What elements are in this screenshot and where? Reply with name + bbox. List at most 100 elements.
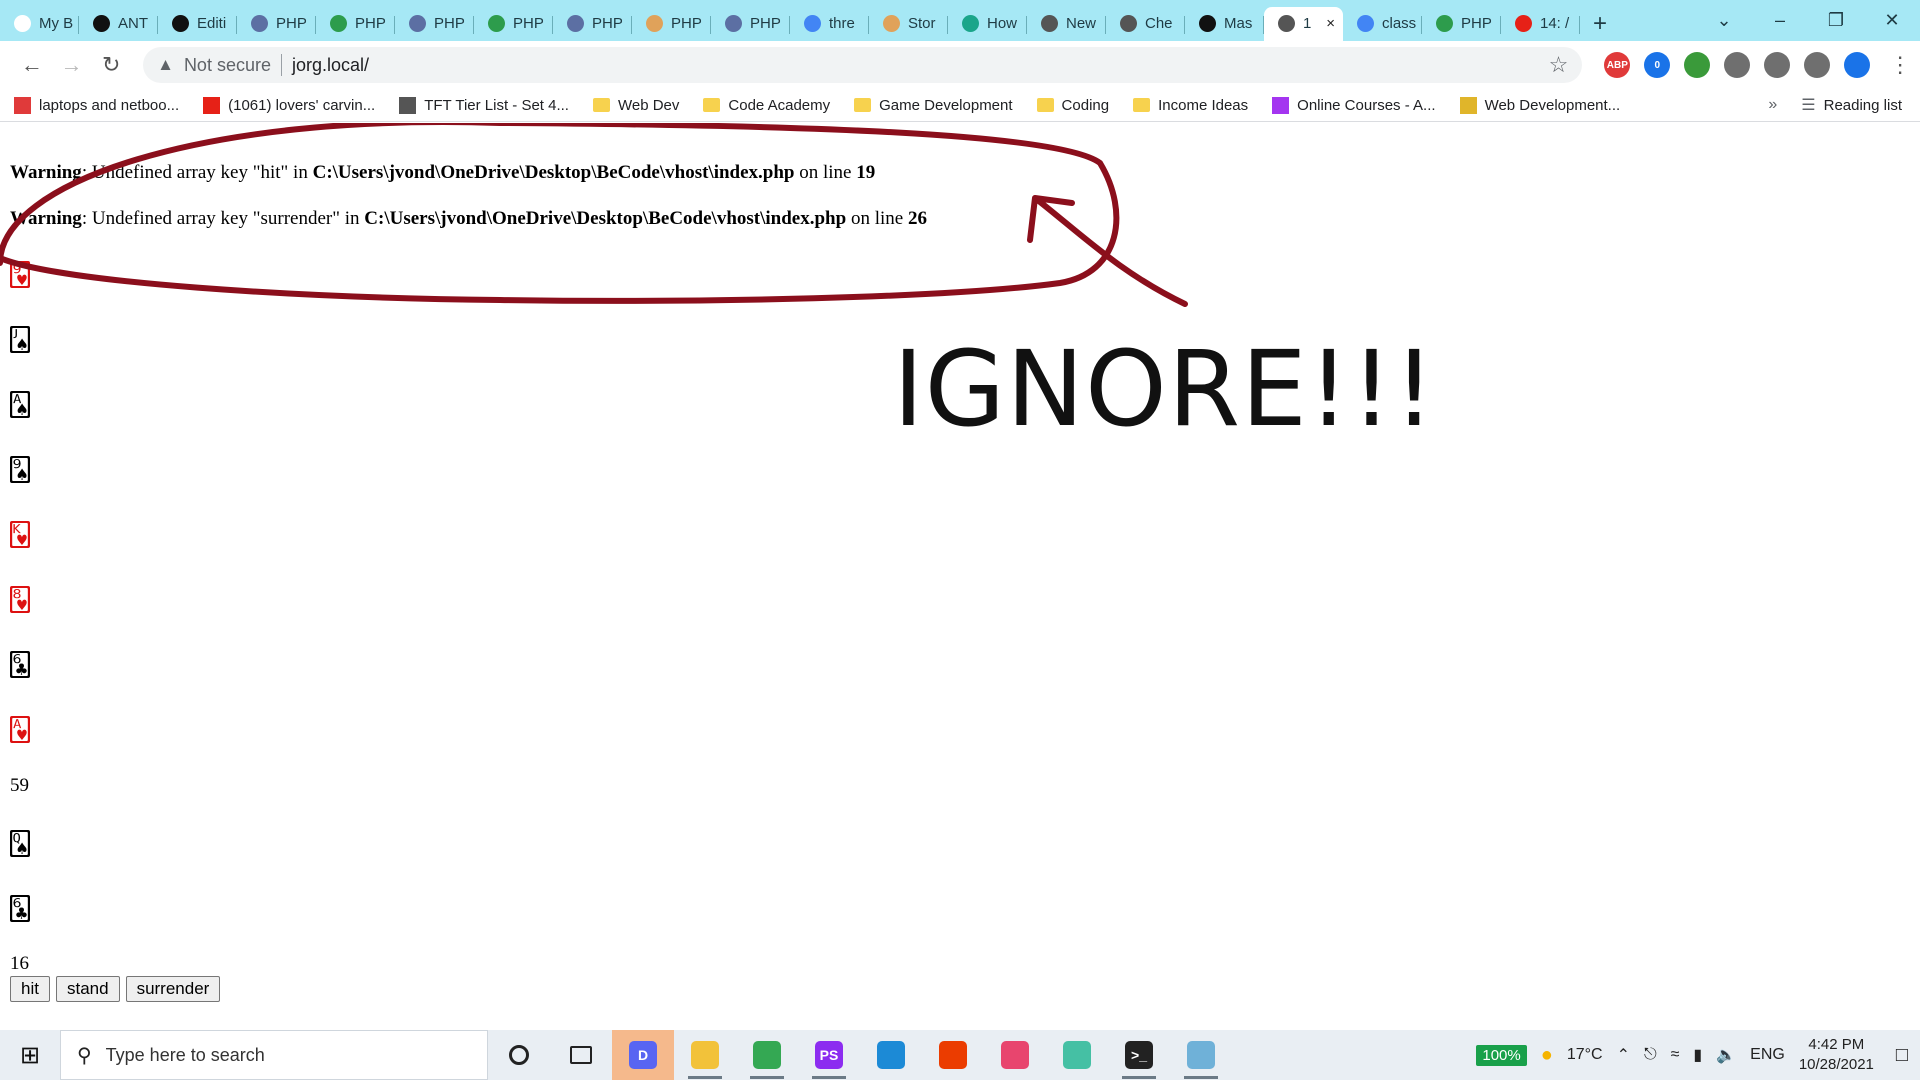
- weather-sun-icon[interactable]: ●: [1541, 1044, 1553, 1067]
- windows-start-icon[interactable]: ⊞: [0, 1030, 60, 1080]
- bookmark-label: Web Dev: [617, 96, 680, 114]
- browser-tab[interactable]: 14: /: [1501, 7, 1580, 41]
- browser-tab[interactable]: PHP: [632, 7, 711, 41]
- volume-icon[interactable]: 🔈: [1716, 1045, 1736, 1065]
- bookmark-item[interactable]: TFT Tier List - Set 4...: [399, 96, 569, 114]
- globe-extension-icon[interactable]: [1684, 52, 1711, 78]
- browser-tab[interactable]: PHP: [553, 7, 632, 41]
- clock[interactable]: 4:42 PM 10/28/2021: [1799, 1035, 1874, 1075]
- php-icon: [409, 15, 426, 32]
- chrome-icon: [753, 1041, 781, 1069]
- close-window-icon[interactable]: ✕: [1864, 0, 1920, 41]
- tab-label: 1: [1303, 15, 1312, 32]
- tab-search-icon[interactable]: ⌄: [1696, 0, 1752, 41]
- bookmarks-overflow-button[interactable]: »: [1768, 96, 1777, 114]
- google-icon: [1357, 15, 1374, 32]
- zoom-badge[interactable]: 100%: [1476, 1044, 1527, 1066]
- address-bar[interactable]: ▲ Not secure jorg.local/ ☆: [143, 47, 1583, 83]
- forward-icon[interactable]: →: [52, 45, 92, 85]
- puzzle-icon[interactable]: [1764, 52, 1791, 78]
- minimize-icon[interactable]: –: [1752, 0, 1808, 41]
- taskbar-app[interactable]: [1170, 1030, 1232, 1080]
- search-icon: ⚲: [77, 1044, 92, 1067]
- reading-list-icon: ☰: [1801, 97, 1816, 114]
- browser-tab[interactable]: New: [1027, 7, 1106, 41]
- youtube-icon: [1515, 15, 1532, 32]
- reading-list-button[interactable]: ☰ Reading list: [1801, 95, 1902, 115]
- microphone-icon[interactable]: ⎋: [1644, 1046, 1657, 1064]
- browser-tab[interactable]: PHP: [1422, 7, 1501, 41]
- bookmark-item[interactable]: Web Dev: [592, 96, 680, 114]
- tab-label: PHP: [276, 15, 307, 32]
- browser-tab[interactable]: PHP: [711, 7, 790, 41]
- bookmark-list: laptops and netboo... (1061) lovers' carv…: [14, 96, 1644, 114]
- browser-tab[interactable]: thre: [790, 7, 869, 41]
- phpstorm-icon: PS: [815, 1041, 843, 1069]
- bookmark-item[interactable]: (1061) lovers' carvin...: [203, 96, 375, 114]
- tray-chevron-icon[interactable]: ⌃: [1617, 1045, 1630, 1065]
- github-icon: [172, 15, 189, 32]
- browser-toolbar: ← → ↻ ▲ Not secure jorg.local/ ☆ ABP 0 ⋮: [0, 41, 1920, 89]
- taskbar-app[interactable]: [736, 1030, 798, 1080]
- browser-tab[interactable]: Editi: [158, 7, 237, 41]
- taskbar-app[interactable]: [984, 1030, 1046, 1080]
- profile-avatar-icon[interactable]: [1844, 52, 1871, 78]
- wifi-icon[interactable]: ≈: [1671, 1046, 1680, 1064]
- bookmark-item[interactable]: Coding: [1036, 96, 1110, 114]
- language[interactable]: ENG: [1750, 1046, 1785, 1064]
- bookmark-item[interactable]: Web Development...: [1459, 96, 1621, 114]
- maximize-icon[interactable]: ❐: [1808, 0, 1864, 41]
- browser-tab[interactable]: Stor: [869, 7, 948, 41]
- warning-triangle-icon[interactable]: ▲: [157, 55, 174, 75]
- bookmark-item[interactable]: Income Ideas: [1133, 97, 1248, 114]
- bookmark-item[interactable]: Game Development: [854, 97, 1013, 114]
- tab-label: PHP: [750, 15, 781, 32]
- notifications-icon[interactable]: □: [1896, 1044, 1908, 1067]
- browser-tab[interactable]: 1 ×: [1264, 6, 1343, 41]
- adblock-icon[interactable]: ABP: [1604, 52, 1631, 78]
- browser-tab[interactable]: ANT: [79, 7, 158, 41]
- bookmark-item[interactable]: laptops and netboo...: [14, 96, 179, 114]
- gear-extension-icon[interactable]: [1724, 52, 1751, 78]
- tab-label: PHP: [434, 15, 465, 32]
- bookmark-item[interactable]: Online Courses - A...: [1272, 96, 1436, 114]
- badge-counter-icon[interactable]: 0: [1644, 52, 1671, 78]
- reload-icon[interactable]: ↻: [91, 45, 131, 85]
- browser-tab[interactable]: My B: [0, 7, 79, 41]
- creative-cloud-icon: [1001, 1041, 1029, 1069]
- browser-tab[interactable]: How: [948, 7, 1027, 41]
- bookmark-item[interactable]: Code Academy: [703, 97, 830, 114]
- taskbar-app[interactable]: [922, 1030, 984, 1080]
- battery-icon[interactable]: ▮: [1693, 1045, 1702, 1065]
- security-label[interactable]: Not secure: [184, 55, 271, 76]
- temperature[interactable]: 17°C: [1567, 1046, 1603, 1064]
- taskbar-app[interactable]: [488, 1030, 550, 1080]
- browser-tab[interactable]: Che: [1106, 7, 1185, 41]
- media-icon[interactable]: [1804, 52, 1831, 78]
- url-text[interactable]: jorg.local/: [292, 55, 369, 76]
- taskbar-search[interactable]: ⚲ Type here to search: [60, 1030, 488, 1080]
- browser-tab[interactable]: class: [1343, 7, 1422, 41]
- browser-tab[interactable]: PHP: [237, 7, 316, 41]
- new-tab-icon[interactable]: +: [1580, 7, 1620, 41]
- browser-tab[interactable]: PHP: [474, 7, 553, 41]
- taskbar-app[interactable]: [674, 1030, 736, 1080]
- taskbar-app[interactable]: [860, 1030, 922, 1080]
- taskbar-app[interactable]: >_: [1108, 1030, 1170, 1080]
- taskbar-app[interactable]: [550, 1030, 612, 1080]
- bookmark-star-icon[interactable]: ☆: [1549, 52, 1569, 78]
- bookmark-label: Web Development...: [1484, 96, 1621, 114]
- close-tab-icon[interactable]: ×: [1326, 15, 1343, 32]
- taskbar-app[interactable]: [1046, 1030, 1108, 1080]
- tab-label: thre: [829, 15, 855, 32]
- taskbar-apps: D PS >_: [488, 1030, 1232, 1080]
- tab-label: Editi: [197, 15, 227, 32]
- taskbar-app[interactable]: PS: [798, 1030, 860, 1080]
- taskbar-app[interactable]: D: [612, 1030, 674, 1080]
- bookmark-label: Coding: [1061, 96, 1110, 114]
- browser-tab[interactable]: PHP: [316, 7, 395, 41]
- back-icon[interactable]: ←: [12, 45, 52, 85]
- browser-tab[interactable]: PHP: [395, 7, 474, 41]
- more-menu-icon[interactable]: ⋮: [1880, 45, 1920, 85]
- browser-tab[interactable]: Mas: [1185, 7, 1264, 41]
